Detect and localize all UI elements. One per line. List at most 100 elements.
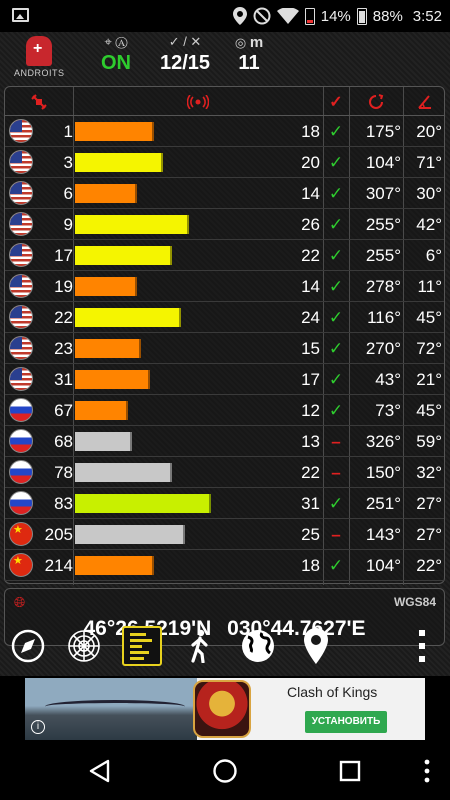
ad-banner[interactable]: i Clash of Kings УСТАНОВИТЬ [25,678,425,740]
checkmark-icon: ✓ [328,215,344,234]
table-row[interactable]: 22 24 ✓ 116° 45° [5,302,444,333]
accuracy-unit: m [249,34,264,51]
flag-us-icon [9,336,33,360]
azimuth-value: 104° [365,556,401,575]
gps-status: ⌖ Ⓐ ON [96,34,136,75]
checkmark-icon: ✓ [328,308,344,327]
checkmark-icon: ✓ [328,122,344,141]
unused-dash-icon: – [331,463,341,482]
signal-bars-icon[interactable] [122,626,162,666]
table-row[interactable]: 23 15 ✓ 270° 72° [5,333,444,364]
signal-bar [75,308,181,327]
flag-us-icon [9,367,33,391]
checkmark-icon: ✓ [328,184,344,203]
azimuth-value: 255° [365,246,401,265]
azimuth-value: 143° [365,525,401,544]
table-row[interactable]: 17 22 ✓ 255° 6° [5,240,444,271]
checkmark-icon[interactable]: ✓ [323,87,349,116]
flag-us-icon [9,274,33,298]
satellite-icon[interactable] [5,87,73,116]
battery-right-percent: 88% [372,7,403,25]
azimuth-value: 43° [375,370,401,389]
signal-bar [75,153,163,172]
ad-title[interactable]: Clash of Kings [287,684,377,700]
install-button[interactable]: УСТАНОВИТЬ [305,711,387,733]
flag-ru-icon [9,491,33,515]
accuracy-value: 11 [238,52,260,74]
azimuth-value: 278° [365,277,401,296]
table-row[interactable]: 19 14 ✓ 278° 11° [5,271,444,302]
gps-status-value: ON [101,52,131,74]
satellite-count: ✓ / ✕ 12/15 [150,34,220,75]
elevation-icon[interactable] [403,87,446,116]
azimuth-value: 326° [365,432,401,451]
table-row[interactable]: 205 25– 143° 27° [5,519,444,550]
recents-icon[interactable] [335,756,365,786]
elevation-value: 6° [425,246,442,265]
flag-cn-icon [9,553,33,577]
table-row[interactable]: 67 12 ✓ 73° 45° [5,395,444,426]
ad-photo [25,678,197,740]
satellite-table: ✓ 1 18 ✓ 175° 20° 3 20 ✓ 104° 71° 6 14 ✓ 307° 30° 9 26 ✓ 2… [4,86,446,585]
top-bar: ANDROITS ⌖ Ⓐ ON ✓ / ✕ 12/15 ◎ m 11 [0,32,450,84]
checkmark-icon: ✓ [328,494,344,513]
table-row[interactable]: 6 14 ✓ 307° 30° [5,178,444,209]
home-icon[interactable] [210,756,240,786]
unused-dash-icon: – [331,432,341,451]
battery-icon [304,7,315,25]
signal-bar [75,556,154,575]
snr-value: 12 [301,401,320,420]
table-row[interactable]: 9 26 ✓ 255° 42° [5,209,444,240]
signal-bar [75,122,154,141]
elevation-value: 45° [416,401,442,420]
map-pin-icon[interactable] [296,626,336,666]
table-row[interactable]: 31 17 ✓ 43° 21° [5,364,444,395]
datum-label: WGS84 [393,595,436,609]
elevation-value: 72° [416,339,442,358]
prn-number: 67 [54,401,73,420]
table-row[interactable]: 78 22– 150° 32° [5,457,444,488]
azimuth-value: 270° [365,339,401,358]
more-vert-icon[interactable] [412,756,442,786]
satellite-check-icon: ✓ / ✕ [168,34,202,49]
flag-us-icon [9,181,33,205]
snr-value: 22 [301,463,320,482]
app-logo[interactable]: ANDROITS [14,36,64,80]
accuracy: ◎ m 11 [226,34,272,75]
more-vert-icon[interactable] [402,626,442,666]
snr-value: 17 [301,370,320,389]
compass-icon[interactable] [8,626,48,666]
signal-icon[interactable] [73,87,323,116]
back-icon[interactable] [84,756,114,786]
prn-number: 205 [44,525,73,544]
table-row[interactable]: 214 18 ✓ 104° 22° [5,550,444,581]
prn-number: 22 [54,308,73,327]
azimuth-value: 116° [367,308,401,327]
azimuth-value: 175° [365,122,401,141]
table-row[interactable]: 3 20 ✓ 104° 71° [5,147,444,178]
battery-left-percent: 14% [320,7,351,25]
elevation-value: 32° [416,463,442,482]
sky-radar-icon[interactable] [64,626,104,666]
snr-value: 24 [301,308,320,327]
signal-bar [75,215,189,234]
snr-value: 31 [301,494,320,513]
prn-number: 17 [54,246,73,265]
prn-number: 1 [63,122,73,141]
walking-icon[interactable] [180,626,220,666]
ad-app-icon[interactable] [193,680,251,738]
flag-us-icon [9,243,33,267]
location-icon [232,7,247,25]
table-row[interactable]: 68 13– 326° 59° [5,426,444,457]
info-icon[interactable]: i [31,720,45,734]
signal-bar [75,494,211,513]
prn-number: 68 [54,432,73,451]
table-row[interactable]: 83 31 ✓ 251° 27° [5,488,444,519]
table-row[interactable]: 1 18 ✓ 175° 20° [5,116,444,147]
globe-icon[interactable] [238,626,278,666]
snr-value: 15 [301,339,320,358]
azimuth-icon[interactable] [349,87,403,116]
snr-value: 14 [301,184,320,203]
checkmark-icon: ✓ [328,556,344,575]
checkmark-icon: ✓ [328,370,344,389]
